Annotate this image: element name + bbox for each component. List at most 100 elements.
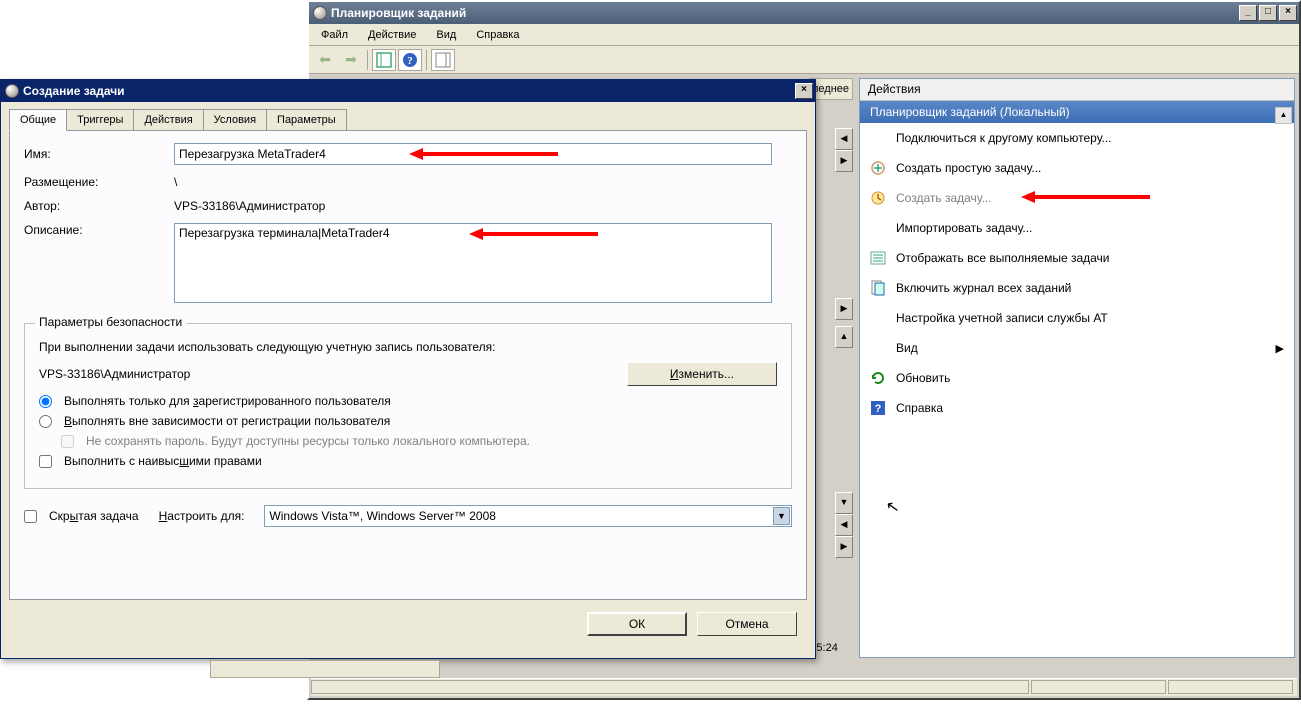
action-create-task[interactable]: Создать задачу... <box>860 183 1294 213</box>
toolbar-panel1-button[interactable] <box>372 49 396 71</box>
radio-logged-on-only[interactable]: Выполнять только для зарегистрированного… <box>39 394 777 408</box>
task-icon <box>870 190 886 206</box>
radio-label: Выполнять только для зарегистрированного… <box>64 394 391 408</box>
main-window-title: Планировщик заданий <box>331 6 1239 20</box>
tab-conditions[interactable]: Условия <box>203 109 267 131</box>
actions-panel: Действия ▲ Планировщик заданий (Локальны… <box>859 78 1295 658</box>
label-location: Размещение: <box>24 175 174 189</box>
menu-help[interactable]: Справка <box>468 27 527 43</box>
radio-any-user[interactable]: Выполнять вне зависимости от регистрации… <box>39 414 777 428</box>
clock-icon <box>313 6 327 20</box>
dialog-title: Создание задачи <box>23 84 795 98</box>
action-import-task[interactable]: Импортировать задачу... <box>860 213 1294 243</box>
label-description: Описание: <box>24 223 174 237</box>
tab-page-general: Имя: Размещение: \ Автор: VPS-33186\Адми… <box>9 130 807 600</box>
label-author: Автор: <box>24 199 174 213</box>
security-groupbox: Параметры безопасности При выполнении за… <box>24 323 792 489</box>
label-name: Имя: <box>24 147 174 161</box>
action-create-basic-task[interactable]: Создать простую задачу... <box>860 153 1294 183</box>
security-group-legend: Параметры безопасности <box>35 315 186 329</box>
checkbox-hidden-task-input[interactable] <box>24 510 37 523</box>
action-enable-log[interactable]: Включить журнал всех заданий <box>860 273 1294 303</box>
action-label: Создать задачу... <box>896 191 992 205</box>
checkbox-label: Скрытая задача <box>49 509 139 523</box>
scroll-right-button[interactable]: ▶ <box>835 150 853 172</box>
checkbox-no-store-password: Не сохранять пароль. Будут доступны ресу… <box>61 434 777 448</box>
action-help[interactable]: ? Справка <box>860 393 1294 423</box>
action-show-running[interactable]: Отображать все выполняемые задачи <box>860 243 1294 273</box>
actions-scroll-up[interactable]: ▲ <box>1275 107 1292 124</box>
tab-settings[interactable]: Параметры <box>266 109 347 131</box>
action-label: Обновить <box>896 371 950 385</box>
action-label: Отображать все выполняемые задачи <box>896 251 1110 265</box>
scroll-right-button-2[interactable]: ▶ <box>835 298 853 320</box>
chevron-right-icon: ▶ <box>1276 342 1284 355</box>
close-button[interactable]: × <box>1279 5 1297 21</box>
menubar: Файл Действие Вид Справка <box>309 24 1299 46</box>
tab-general[interactable]: Общие <box>9 109 67 131</box>
radio-any-user-input[interactable] <box>39 415 52 428</box>
actions-section-title[interactable]: Планировщик заданий (Локальный) ▴ <box>860 101 1294 123</box>
cancel-button[interactable]: Отмена <box>697 612 797 636</box>
log-icon <box>870 280 886 296</box>
toolbar: ⬅ ➡ ? <box>309 46 1299 74</box>
tab-actions[interactable]: Действия <box>133 109 203 131</box>
name-input[interactable] <box>174 143 772 165</box>
dialog-close-button[interactable]: × <box>795 83 813 99</box>
checkbox-hidden-task[interactable]: Скрытая задача <box>24 509 139 523</box>
maximize-button[interactable]: □ <box>1259 5 1277 21</box>
action-connect[interactable]: Подключиться к другому компьютеру... <box>860 123 1294 153</box>
author-value: VPS-33186\Администратор <box>174 199 325 213</box>
toolbar-separator <box>367 50 368 70</box>
statusbar <box>311 678 1297 696</box>
radio-label: Выполнять вне зависимости от регистрации… <box>64 414 390 428</box>
blank-icon <box>870 310 886 326</box>
chevron-down-icon[interactable]: ▼ <box>773 507 790 525</box>
label-configure-for: Настроить для: <box>159 509 245 523</box>
action-label: Настройка учетной записи службы AT <box>896 311 1108 325</box>
refresh-icon <box>870 370 886 386</box>
scroll-left-button-2[interactable]: ◀ <box>835 514 853 536</box>
checkbox-highest-privileges-input[interactable] <box>39 455 52 468</box>
checkbox-label: Выполнить с наивысшими правами <box>64 454 262 468</box>
under-panel-stub <box>210 660 440 678</box>
blank-icon <box>870 340 886 356</box>
main-titlebar[interactable]: Планировщик заданий _ □ × <box>309 2 1299 24</box>
actions-section-label: Планировщик заданий (Локальный) <box>870 105 1070 119</box>
checkbox-label: Не сохранять пароль. Будут доступны ресу… <box>86 434 530 448</box>
wizard-icon <box>870 160 886 176</box>
minimize-button[interactable]: _ <box>1239 5 1257 21</box>
tab-triggers[interactable]: Триггеры <box>66 109 134 131</box>
forward-button[interactable]: ➡ <box>339 49 363 71</box>
scroll-up-button[interactable]: ▲ <box>835 326 853 348</box>
checkbox-no-store-password-input <box>61 435 74 448</box>
scroll-down-button[interactable]: ▼ <box>835 492 853 514</box>
action-label: Включить журнал всех заданий <box>896 281 1071 295</box>
create-task-dialog: Создание задачи × Общие Триггеры Действи… <box>0 79 816 659</box>
radio-logged-on-only-input[interactable] <box>39 395 52 408</box>
action-view-submenu[interactable]: Вид ▶ <box>860 333 1294 363</box>
configure-for-select[interactable] <box>264 505 792 527</box>
back-button[interactable]: ⬅ <box>313 49 337 71</box>
list-icon <box>870 250 886 266</box>
scroll-left-button[interactable]: ◀ <box>835 128 853 150</box>
action-at-account[interactable]: Настройка учетной записи службы AT <box>860 303 1294 333</box>
actions-panel-header: Действия <box>860 79 1294 101</box>
menu-view[interactable]: Вид <box>428 27 464 43</box>
toolbar-help-button[interactable]: ? <box>398 49 422 71</box>
dialog-titlebar[interactable]: Создание задачи × <box>1 80 815 102</box>
svg-text:?: ? <box>407 55 413 67</box>
toolbar-panel2-button[interactable] <box>431 49 455 71</box>
ok-button[interactable]: ОК <box>587 612 687 636</box>
checkbox-highest-privileges[interactable]: Выполнить с наивысшими правами <box>39 454 777 468</box>
security-text: При выполнении задачи использовать следу… <box>39 340 777 354</box>
action-label: Справка <box>896 401 943 415</box>
menu-action[interactable]: Действие <box>360 27 424 43</box>
description-input[interactable] <box>174 223 772 303</box>
scroll-right-button-3[interactable]: ▶ <box>835 536 853 558</box>
blank-icon <box>870 220 886 236</box>
blank-icon <box>870 130 886 146</box>
action-refresh[interactable]: Обновить <box>860 363 1294 393</box>
change-user-button[interactable]: Изменить... <box>627 362 777 386</box>
menu-file[interactable]: Файл <box>313 27 356 43</box>
